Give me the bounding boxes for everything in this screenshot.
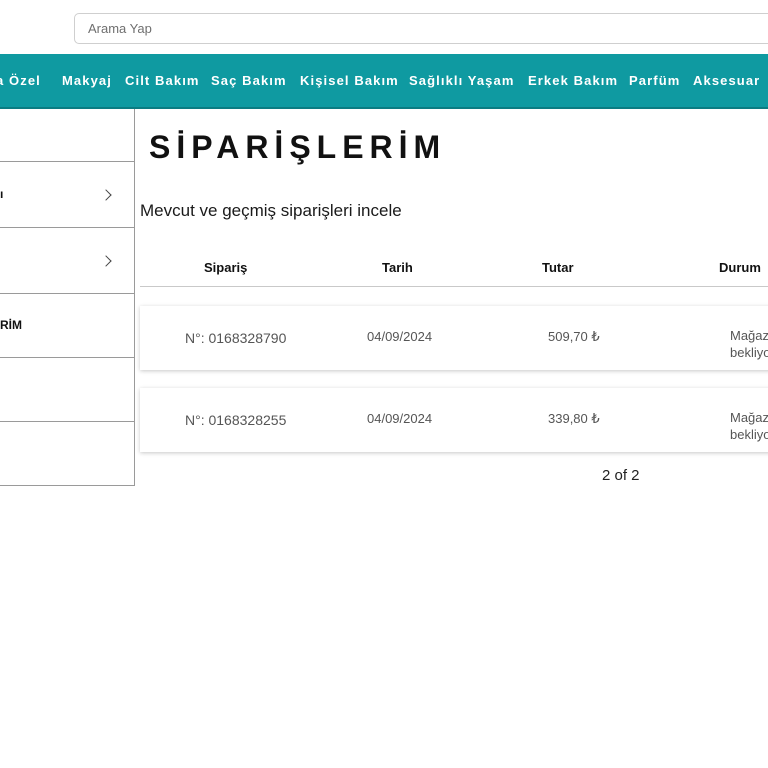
order-date: 04/09/2024 (367, 329, 433, 344)
column-header-tutar: Tutar (542, 260, 574, 275)
nav-item-cilt-bakim[interactable]: Cilt Bakım (125, 73, 200, 88)
column-header-tarih: Tarih (382, 260, 413, 275)
category-nav: a Özel Makyaj Cilt Bakım Saç Bakım Kişis… (0, 54, 768, 109)
sidebar-item-2[interactable] (0, 227, 135, 293)
sidebar-item-top[interactable] (0, 108, 135, 161)
column-header-siparis: Sipariş (204, 260, 248, 275)
nav-item-erkek-bakim[interactable]: Erkek Bakım (528, 73, 618, 88)
sidebar-item-1[interactable]: ı (0, 161, 135, 227)
pagination-indicator: 2 of 2 (602, 467, 640, 484)
nav-item-sac-bakim[interactable]: Saç Bakım (211, 73, 287, 88)
search-input[interactable] (75, 14, 768, 43)
nav-item-makyaj[interactable]: Makyaj (62, 73, 112, 88)
account-sidebar: ı RİM (0, 109, 135, 486)
column-header-durum: Durum (719, 260, 761, 275)
order-number: N°: 0168328255 (185, 412, 287, 428)
order-number: N°: 0168328790 (185, 330, 287, 346)
sidebar-item-label: RİM (0, 318, 22, 332)
page-title: SİPARİŞLERİM (149, 129, 447, 165)
order-status: Mağaz bekliyo (730, 328, 768, 360)
nav-item-ozel[interactable]: a Özel (0, 73, 41, 88)
sidebar-item-5[interactable] (0, 421, 135, 485)
order-amount: 509,70 ₺ (548, 329, 600, 344)
table-divider (140, 286, 768, 287)
order-status: Mağaz bekliyo (730, 410, 768, 442)
order-amount: 339,80 ₺ (548, 411, 600, 426)
nav-item-kisisel-bakim[interactable]: Kişisel Bakım (300, 73, 399, 88)
nav-item-parfum[interactable]: Parfüm (629, 73, 680, 88)
sidebar-item-4[interactable] (0, 357, 135, 421)
chevron-right-icon (100, 255, 112, 267)
nav-item-saglikli-yasam[interactable]: Sağlıklı Yaşam (409, 73, 515, 88)
search-box (74, 13, 768, 44)
sidebar-item-label: ı (0, 187, 4, 201)
order-date: 04/09/2024 (367, 411, 433, 426)
page-subtitle: Mevcut ve geçmiş siparişleri incele (140, 201, 402, 220)
order-row[interactable]: N°: 0168328255 04/09/2024 339,80 ₺ Mağaz… (140, 388, 768, 452)
nav-item-aksesuar[interactable]: Aksesuar (693, 73, 760, 88)
sidebar-item-siparislerim[interactable]: RİM (0, 293, 135, 357)
order-row[interactable]: N°: 0168328790 04/09/2024 509,70 ₺ Mağaz… (140, 306, 768, 370)
chevron-right-icon (100, 189, 112, 201)
